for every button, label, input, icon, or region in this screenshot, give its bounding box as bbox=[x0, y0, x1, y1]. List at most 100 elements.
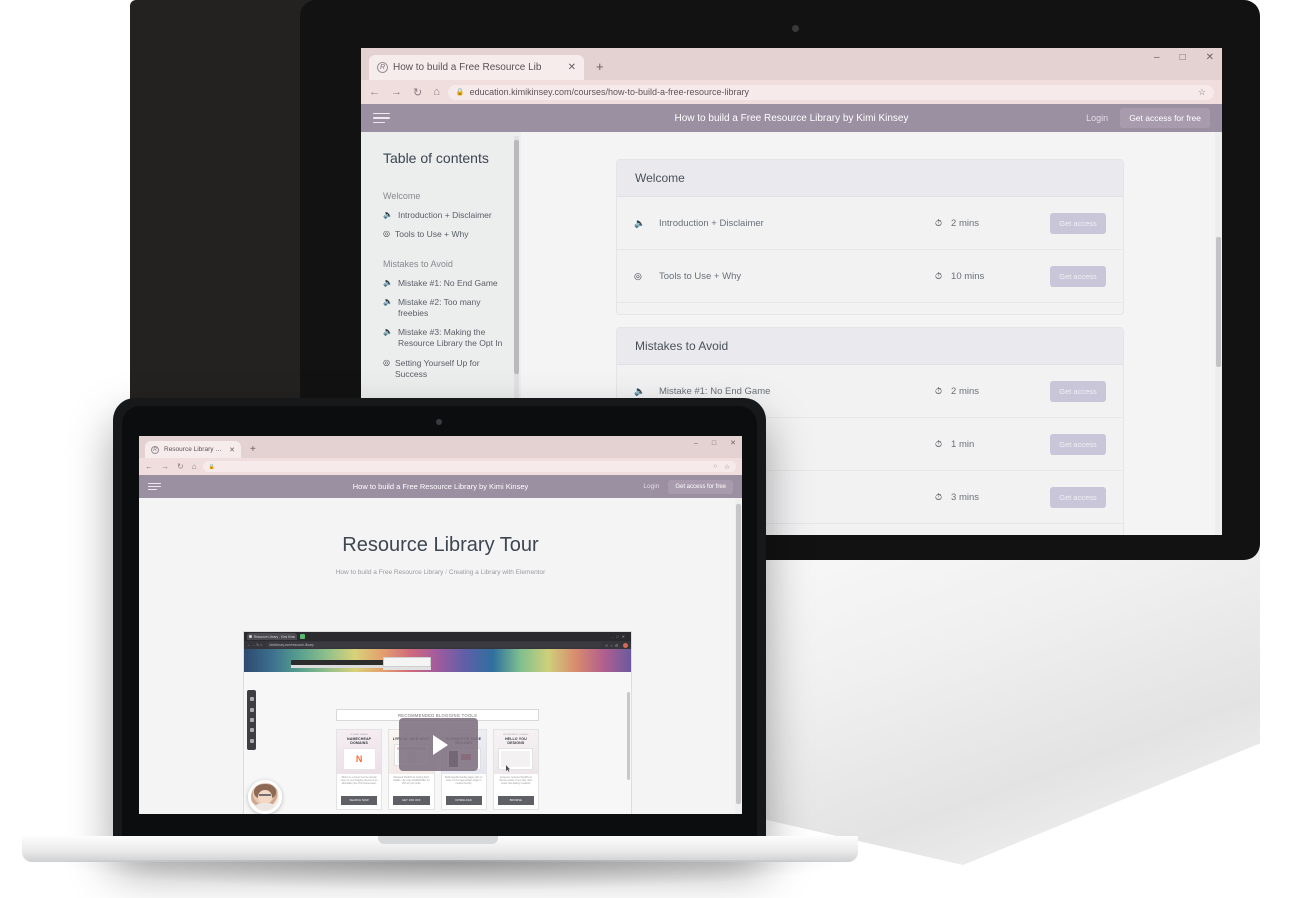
audio-icon: 🔈 bbox=[383, 210, 393, 220]
toc-item-label: Setting Yourself Up for Success bbox=[394, 357, 480, 379]
maximize-icon[interactable]: □ bbox=[1180, 52, 1186, 63]
back-icon[interactable]: ← bbox=[145, 462, 153, 471]
new-tab-icon[interactable]: + bbox=[596, 59, 604, 74]
page-scrollbar-thumb[interactable] bbox=[1216, 237, 1221, 367]
bookmark-star-icon[interactable]: ☆ bbox=[724, 463, 730, 471]
back-icon[interactable]: ← bbox=[369, 86, 380, 98]
desktop-browser-tab[interactable]: R How to build a Free Resource Lib ✕ bbox=[369, 55, 584, 80]
inner-favicon-icon bbox=[249, 635, 252, 638]
page-scrollbar-track[interactable] bbox=[1215, 132, 1222, 535]
login-link[interactable]: Login bbox=[643, 483, 659, 490]
laptop-page-scrollbar-track[interactable] bbox=[735, 498, 742, 814]
facebook-icon[interactable] bbox=[249, 717, 254, 722]
toc-item-mistake-2[interactable]: 🔈 Mistake #2: Too many freebies bbox=[383, 297, 505, 319]
get-access-for-free-button[interactable]: Get access for free bbox=[1120, 108, 1210, 128]
get-access-button[interactable]: Get access bbox=[1050, 265, 1106, 287]
audio-icon: 🔈 bbox=[383, 327, 393, 337]
minimize-icon[interactable]: – bbox=[694, 440, 698, 447]
social-share-rail[interactable] bbox=[247, 690, 256, 750]
page-title: Resource Library Tour bbox=[342, 534, 539, 556]
forward-icon[interactable]: → bbox=[391, 86, 402, 98]
lesson-name: Mistake #1: No End Game bbox=[659, 385, 771, 397]
inner-browser-urlbar: ←→↻⌂ kimikinsey.com/resource-library ☉☆⚙ bbox=[244, 641, 631, 649]
course-section-card: Welcome 🔈 Introduction + Disclaimer ⏱ 2 … bbox=[616, 159, 1124, 315]
toc-item-tools-to-use-why[interactable]: ◎ Tools to Use + Why bbox=[383, 229, 505, 240]
audio-icon: 🔈 bbox=[383, 277, 393, 287]
get-access-button[interactable]: Get access bbox=[1050, 486, 1106, 508]
inner-browser-tab: Resource Library - Kimi Kinsey bbox=[247, 633, 297, 640]
product-name: NAMECHEAP DOMAINS bbox=[347, 737, 372, 746]
table-row[interactable]: ◎ Tools to Use + Why ⏱ 10 mins Get acces… bbox=[617, 250, 1123, 303]
new-tab-icon[interactable]: + bbox=[250, 444, 256, 455]
product-card[interactable]: DOMAIN NAMES NAMECHEAP DOMAINS N What's … bbox=[336, 729, 383, 810]
audio-icon: 🔈 bbox=[383, 296, 393, 306]
inner-address-bar: kimikinsey.com/resource-library bbox=[266, 642, 602, 648]
product-cta-button[interactable]: DOWNLOAD bbox=[445, 796, 482, 805]
product-image: WORDPRESS THEMES HELLO YOU DESIGNS bbox=[493, 730, 538, 774]
card-title-mistakes: Mistakes to Avoid bbox=[617, 328, 1123, 365]
lesson-video-player[interactable]: Resource Library - Kimi Kinsey -□✕ ←→↻⌂ … bbox=[243, 631, 632, 814]
toc-item-mistake-3[interactable]: 🔈 Mistake #3: Making the Resource Librar… bbox=[383, 327, 505, 349]
product-cta-button[interactable]: SEARCH NOW bbox=[341, 796, 378, 805]
product-image: DOMAIN NAMES NAMECHEAP DOMAINS N bbox=[337, 730, 382, 774]
close-tab-icon[interactable]: ✕ bbox=[568, 62, 576, 73]
breadcrumb-parent[interactable]: How to build a Free Resource Library bbox=[336, 569, 444, 576]
toc-item-mistake-1[interactable]: 🔈 Mistake #1: No End Game bbox=[383, 278, 505, 289]
forward-icon[interactable]: → bbox=[161, 462, 169, 471]
bookmark-star-icon[interactable]: ☆ bbox=[1198, 87, 1206, 98]
sidebar-scrollbar-thumb[interactable] bbox=[514, 140, 519, 374]
get-access-for-free-button[interactable]: Get access for free bbox=[668, 479, 733, 494]
get-access-button[interactable]: Get access bbox=[1050, 212, 1106, 234]
inner-nav-icons: ←→↻⌂ bbox=[247, 643, 264, 647]
laptop-browser-tab[interactable]: R Resource Library Tour ✕ bbox=[145, 441, 241, 458]
table-row[interactable]: 🔈 Introduction + Disclaimer ⏱ 2 mins Get… bbox=[617, 197, 1123, 250]
laptop-address-input[interactable]: 🔒 ○ ☆ bbox=[202, 461, 736, 472]
email-icon[interactable] bbox=[249, 738, 254, 743]
desktop-address-input[interactable]: 🔒 education.kimikinsey.com/courses/how-t… bbox=[447, 84, 1214, 100]
laptop-nav-icons: ← → ↻ ⌂ bbox=[145, 462, 197, 471]
breadcrumb-separator: / bbox=[445, 569, 447, 576]
toc-item-setting-yourself-up[interactable]: ◎ Setting Yourself Up for Success bbox=[383, 358, 505, 380]
get-access-button[interactable]: Get access bbox=[1050, 380, 1106, 402]
laptop-page-scrollbar-thumb[interactable] bbox=[736, 504, 741, 804]
toc-section: Welcome 🔈 Introduction + Disclaimer ◎ To… bbox=[383, 191, 505, 240]
close-tab-icon[interactable]: ✕ bbox=[229, 446, 235, 454]
stopwatch-icon: ⏱ bbox=[935, 270, 943, 281]
product-logo-frame: N bbox=[342, 748, 376, 771]
maximize-icon[interactable]: □ bbox=[712, 440, 716, 447]
pinterest-icon[interactable] bbox=[249, 707, 254, 712]
product-card[interactable]: WORDPRESS THEMES HELLO YOU DESIGNS Gorge… bbox=[492, 729, 539, 810]
close-window-icon[interactable]: ✕ bbox=[730, 439, 736, 447]
inner-browser-tabbar: Resource Library - Kimi Kinsey -□✕ bbox=[244, 632, 631, 641]
toc-section-label: Mistakes to Avoid bbox=[383, 258, 453, 269]
toc-item-label: Mistake #2: Too many freebies bbox=[397, 296, 481, 318]
video-icon: ◎ bbox=[383, 357, 390, 367]
stopwatch-icon: ⏱ bbox=[935, 491, 943, 502]
product-cta-button[interactable]: BROWSE bbox=[497, 796, 534, 805]
play-button[interactable] bbox=[399, 718, 478, 771]
lesson-duration: ⏱ 3 mins bbox=[935, 492, 1050, 503]
login-link[interactable]: Login bbox=[1086, 113, 1108, 123]
search-icon[interactable]: ○ bbox=[713, 463, 717, 471]
hero-device-light bbox=[383, 657, 431, 667]
product-name: HELLO YOU DESIGNS bbox=[504, 737, 527, 746]
inner-tab-title: Resource Library - Kimi Kinsey bbox=[253, 634, 295, 639]
screenshot-stage: R How to build a Free Resource Lib ✕ + –… bbox=[0, 0, 1300, 898]
toc-item-label: Mistake #3: Making the Resource Library … bbox=[397, 327, 503, 349]
reload-icon[interactable]: ↻ bbox=[177, 462, 184, 471]
toc-item-introduction-disclaimer[interactable]: 🔈 Introduction + Disclaimer bbox=[383, 210, 505, 221]
product-eyebrow: DOMAIN NAMES bbox=[350, 734, 369, 736]
product-description: Gorgeous, feminine WordPress themes wort… bbox=[499, 777, 533, 785]
product-cta-button[interactable]: GET 10% OFF bbox=[393, 796, 430, 805]
home-icon[interactable]: ⌂ bbox=[192, 462, 197, 471]
video-icon: ◎ bbox=[634, 270, 642, 281]
reload-icon[interactable]: ↻ bbox=[413, 86, 422, 99]
get-access-button[interactable]: Get access bbox=[1050, 433, 1106, 455]
share-icon[interactable] bbox=[249, 697, 254, 702]
close-window-icon[interactable]: ✕ bbox=[1206, 52, 1214, 63]
audio-icon: 🔈 bbox=[634, 385, 646, 396]
desktop-header-actions: Login Get access for free bbox=[1086, 108, 1210, 128]
home-icon[interactable]: ⌂ bbox=[433, 86, 440, 98]
minimize-icon[interactable]: – bbox=[1154, 52, 1160, 63]
twitter-icon[interactable] bbox=[249, 728, 254, 733]
